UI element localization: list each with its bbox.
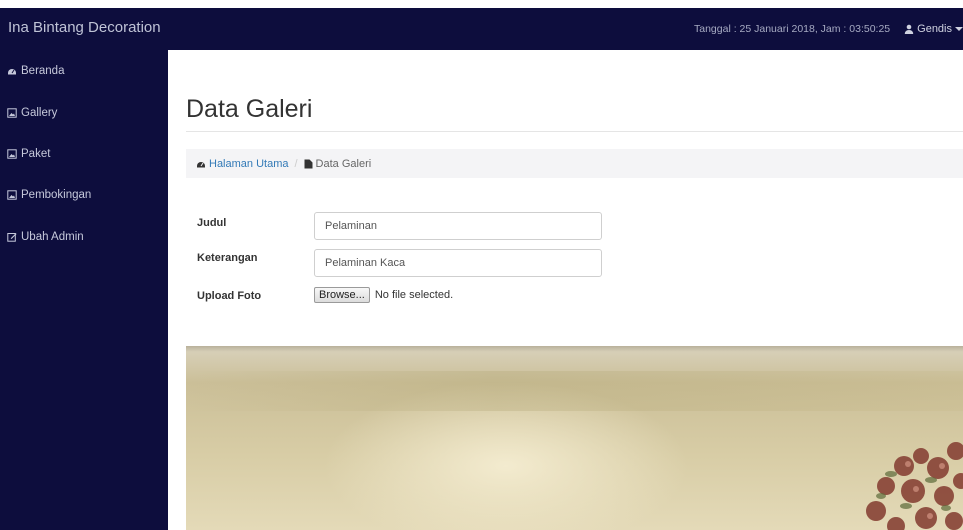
sidebar-item-label: Paket: [21, 148, 51, 160]
breadcrumb: Halaman Utama / Data Galeri: [186, 149, 963, 178]
breadcrumb-separator: /: [294, 157, 298, 170]
sidebar-item-gallery[interactable]: Gallery: [7, 105, 57, 121]
breadcrumb-home-label: Halaman Utama: [209, 157, 289, 170]
sidebar-item-pembokingan[interactable]: Pembokingan: [7, 187, 91, 203]
upload-foto-label: Upload Foto: [197, 290, 262, 302]
sidebar-item-label: Pembokingan: [21, 189, 92, 201]
sidebar-item-label: Gallery: [21, 107, 58, 119]
top-navbar: Ina Bintang Decoration Tanggal : 25 Janu…: [0, 8, 963, 50]
keterangan-input[interactable]: Pelaminan Kaca: [314, 249, 602, 277]
user-icon: [904, 24, 914, 34]
edit-icon: [7, 233, 17, 242]
dashboard-icon: [8, 69, 16, 75]
sidebar: Beranda Gallery Paket Pembokingan Ubah A…: [0, 50, 168, 530]
dashboard-icon: [197, 161, 205, 167]
sidebar-item-label: Beranda: [21, 65, 65, 77]
sidebar-item-label: Ubah Admin: [21, 231, 84, 243]
gallery-photo: [186, 346, 963, 530]
file-icon: [304, 159, 313, 168]
user-menu[interactable]: Gendis: [904, 23, 963, 35]
sidebar-item-ubah-admin[interactable]: Ubah Admin: [7, 229, 84, 245]
file-status-text: No file selected.: [374, 289, 454, 301]
sidebar-item-beranda[interactable]: Beranda: [7, 63, 64, 79]
judul-input[interactable]: Pelaminan: [314, 212, 602, 240]
image-icon: [7, 190, 17, 200]
datetime-text: Tanggal : 25 Januari 2018, Jam : 03:50:2…: [694, 23, 891, 35]
keterangan-label: Keterangan: [197, 252, 258, 264]
navbar-right: Tanggal : 25 Januari 2018, Jam : 03:50:2…: [694, 23, 963, 35]
title-divider: [186, 131, 963, 132]
page-title: Data Galeri: [186, 95, 313, 123]
image-icon: [7, 149, 17, 159]
image-icon: [7, 108, 17, 118]
chevron-down-icon: [955, 27, 963, 31]
breadcrumb-current-label: Data Galeri: [315, 157, 372, 170]
user-name: Gendis: [917, 23, 952, 35]
browse-button[interactable]: Browse...: [314, 287, 370, 303]
file-input: Browse... No file selected.: [314, 287, 453, 303]
sidebar-item-paket[interactable]: Paket: [7, 146, 50, 162]
breadcrumb-home-link[interactable]: Halaman Utama: [196, 158, 288, 170]
flower-decoration: [866, 442, 963, 530]
judul-label: Judul: [197, 217, 227, 229]
brand-title[interactable]: Ina Bintang Decoration: [8, 19, 161, 36]
top-strip: [0, 0, 963, 8]
main-content: Data Galeri Halaman Utama / Data Galeri …: [168, 50, 963, 530]
breadcrumb-current: Data Galeri: [304, 157, 372, 170]
